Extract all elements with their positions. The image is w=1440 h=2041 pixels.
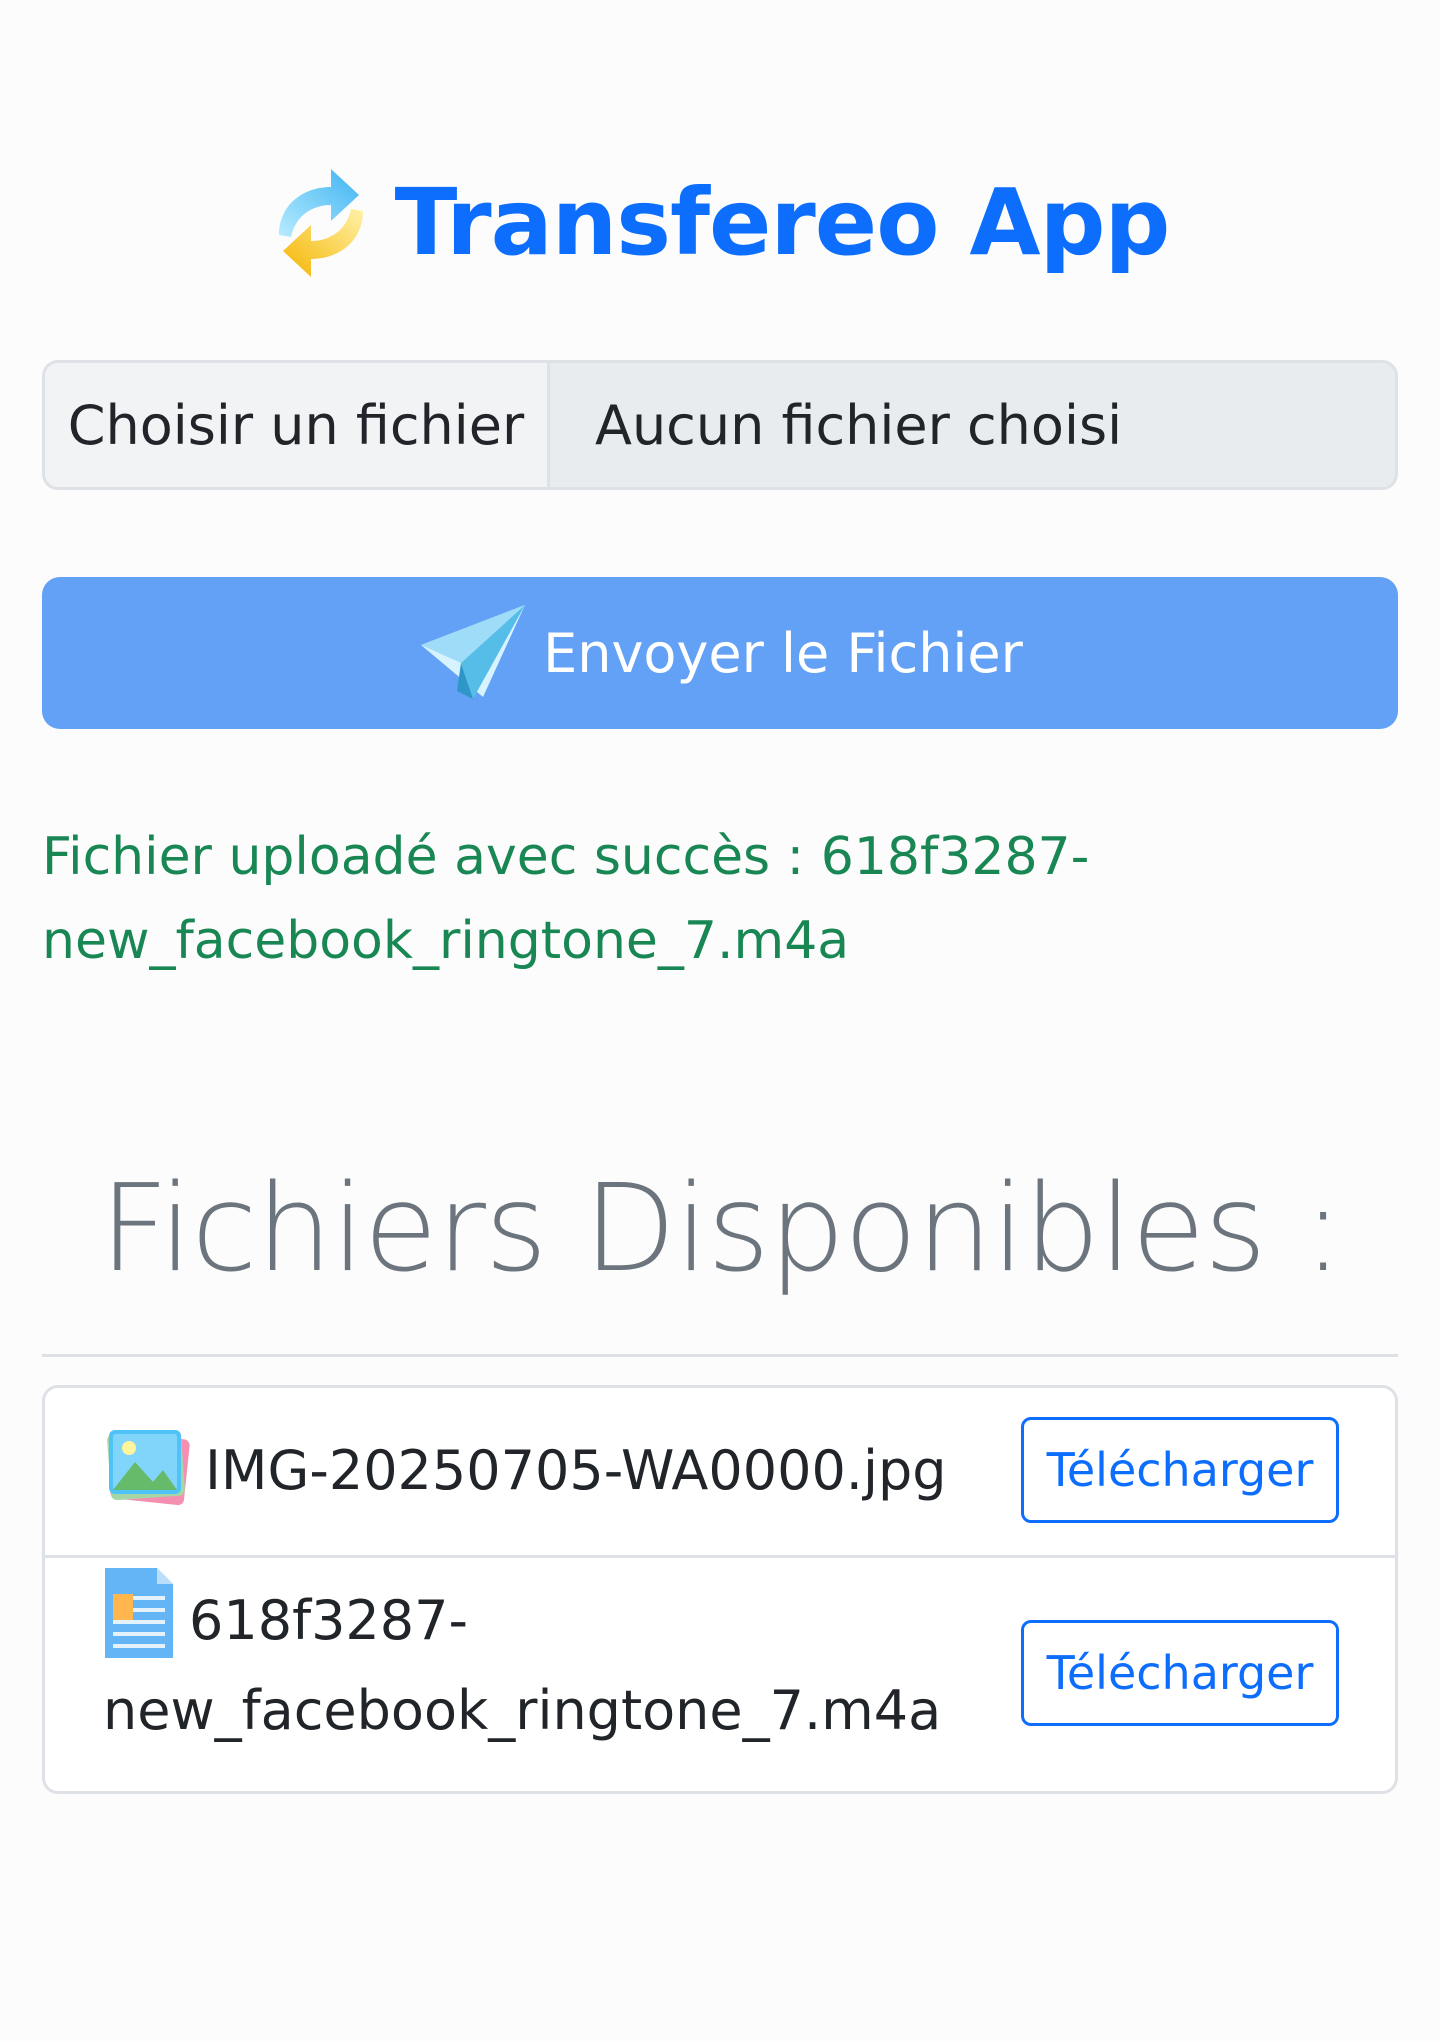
file-list-item: 618f3287- new_facebook_ringtone_7.m4a Té… [45,1558,1395,1791]
file-name-text-line-2: new_facebook_ringtone_7.m4a [103,1679,942,1742]
files-section-title: Fichiers Disponibles : [99,1160,1344,1299]
file-status-text: Aucun fichier choisi [595,393,1123,457]
paper-plane-icon [421,605,526,699]
file-name: 618f3287- new_facebook_ringtone_7.m4a [103,1568,941,1756]
download-button[interactable]: Télécharger [1021,1417,1339,1523]
upload-success-message: Fichier uploadé avec succès : 618f3287- … [42,815,1142,983]
refresh-arrows-icon [278,169,363,277]
file-name-text-line-1: 618f3287- [189,1589,468,1652]
section-divider [42,1354,1398,1357]
file-name-text: IMG-20250705-WA0000.jpg [205,1439,947,1502]
success-message-line-2: new_facebook_ringtone_7.m4a [42,911,850,971]
file-name: IMG-20250705-WA0000.jpg [105,1426,947,1516]
app-title: Transfereo App [394,169,1171,276]
image-file-icon [107,1430,190,1506]
file-list: IMG-20250705-WA0000.jpg Télécharger 618f… [42,1385,1398,1794]
choose-file-button[interactable]: Choisir un fichier [45,363,550,487]
send-file-label: Envoyer le Fichier [543,621,1023,685]
success-message-line-1: Fichier uploadé avec succès : 618f3287- [42,827,1090,887]
document-file-icon [105,1568,173,1659]
download-button[interactable]: Télécharger [1021,1620,1339,1726]
app-header: Transfereo App [42,158,1400,288]
file-input[interactable]: Choisir un fichier Aucun fichier choisi [42,360,1398,490]
send-file-button[interactable]: Envoyer le Fichier [42,577,1398,729]
file-list-item: IMG-20250705-WA0000.jpg Télécharger [45,1388,1395,1558]
